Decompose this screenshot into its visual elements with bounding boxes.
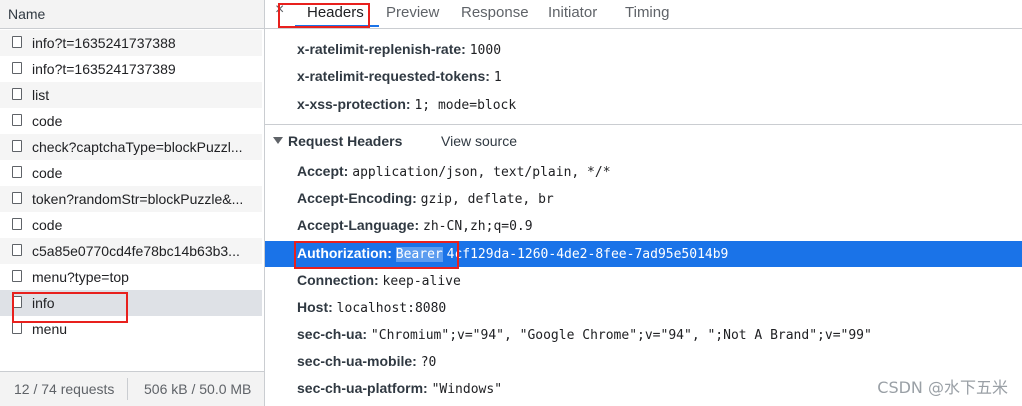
document-icon (12, 140, 22, 152)
header-row: sec-ch-ua-mobile: ?0 (297, 353, 436, 370)
request-row[interactable]: list (0, 82, 262, 108)
request-list-panel: Name info?t=1635241737388 info?t=1635241… (0, 0, 265, 406)
header-name: Accept: (297, 163, 349, 179)
name-column-label: Name (8, 6, 46, 22)
header-name: sec-ch-ua-platform: (297, 380, 428, 396)
document-icon (12, 296, 22, 308)
document-icon (12, 270, 22, 282)
header-name: Accept-Language: (297, 217, 420, 233)
triangle-down-icon (273, 137, 283, 144)
request-name: c5a85e0770cd4fe78bc14b63b3... (32, 243, 240, 259)
request-row[interactable]: code (0, 212, 262, 238)
request-row[interactable]: menu?type=top (0, 264, 262, 290)
header-value: zh-CN,zh;q=0.9 (423, 219, 533, 234)
header-value: 1000 (469, 43, 502, 58)
request-name: menu?type=top (32, 269, 129, 285)
document-icon (12, 218, 22, 230)
transfer-size: 506 kB / 50.0 MB (144, 381, 252, 397)
request-name: code (32, 113, 63, 129)
request-row[interactable]: info?t=1635241737388 (0, 30, 262, 56)
header-row: Connection: keep-alive (297, 272, 461, 289)
tab-initiator[interactable]: Initiator (548, 4, 597, 21)
detail-tabbar: × Headers Preview Response Initiator Tim… (265, 0, 1022, 29)
header-name: Host: (297, 299, 333, 315)
header-row: x-ratelimit-requested-tokens: 1 (297, 68, 502, 85)
header-name: x-ratelimit-requested-tokens: (297, 68, 490, 84)
request-count: 12 / 74 requests (14, 381, 115, 397)
request-name: list (32, 87, 50, 103)
document-icon (12, 166, 22, 178)
active-tab-indicator (295, 25, 379, 27)
document-icon (12, 192, 22, 204)
request-name: menu (32, 321, 68, 337)
name-column-header[interactable]: Name (0, 0, 264, 29)
document-icon (12, 322, 22, 334)
request-row[interactable]: info?t=1635241737389 (0, 56, 262, 82)
request-row[interactable]: token?randomStr=blockPuzzle&... (0, 186, 262, 212)
request-row[interactable]: code (0, 108, 262, 134)
document-icon (12, 36, 22, 48)
header-value: 1 (493, 70, 502, 85)
header-value: localhost:8080 (336, 301, 447, 316)
header-row: Authorization: Bearer 4cf129da-1260-4de2… (297, 245, 728, 262)
request-name: info?t=1635241737388 (32, 35, 176, 51)
header-row: Accept-Language: zh-CN,zh;q=0.9 (297, 217, 533, 234)
header-name: x-ratelimit-replenish-rate: (297, 41, 466, 57)
close-icon[interactable]: × (275, 1, 284, 19)
header-name: sec-ch-ua: (297, 326, 368, 342)
header-name: x-xss-protection: (297, 96, 411, 112)
header-row: Accept: application/json, text/plain, */… (297, 163, 611, 180)
request-name: code (32, 217, 63, 233)
status-divider (127, 378, 128, 400)
status-bar: 12 / 74 requests 506 kB / 50.0 MB (0, 371, 264, 406)
view-source-link[interactable]: View source (441, 133, 517, 149)
request-row[interactable]: code (0, 160, 262, 186)
document-icon (12, 88, 22, 100)
header-value: gzip, deflate, br (420, 192, 554, 207)
request-name: info (32, 295, 55, 311)
header-row: x-xss-protection: 1; mode=block (297, 96, 516, 113)
header-name: Authorization: (297, 245, 392, 261)
bearer-token-value: 4cf129da-1260-4de2-8fee-7ad95e5014b9 (446, 247, 729, 262)
request-name: token?randomStr=blockPuzzle&... (32, 191, 244, 207)
authorization-row-selected[interactable]: Authorization: Bearer 4cf129da-1260-4de2… (265, 241, 1022, 267)
request-detail-panel: × Headers Preview Response Initiator Tim… (265, 0, 1022, 406)
request-row[interactable]: check?captchaType=blockPuzzl... (0, 134, 262, 160)
header-row: sec-ch-ua-platform: "Windows" (297, 380, 502, 397)
header-row: Host: localhost:8080 (297, 299, 446, 316)
header-row: Accept-Encoding: gzip, deflate, br (297, 190, 554, 207)
header-name: sec-ch-ua-mobile: (297, 353, 417, 369)
header-value: "Chromium";v="94", "Google Chrome";v="94… (370, 328, 872, 343)
header-value: "Windows" (431, 382, 503, 397)
tab-response[interactable]: Response (461, 4, 529, 21)
watermark: CSDN @水下五米 (877, 378, 1008, 397)
request-name: code (32, 165, 63, 181)
request-row[interactable]: c5a85e0770cd4fe78bc14b63b3... (0, 238, 262, 264)
document-icon (12, 114, 22, 126)
request-name: check?captchaType=blockPuzzl... (32, 139, 243, 155)
bearer-token-type: Bearer (395, 247, 443, 262)
document-icon (12, 62, 22, 74)
tab-headers[interactable]: Headers (307, 4, 364, 21)
header-value: ?0 (420, 355, 437, 370)
header-name: Connection: (297, 272, 379, 288)
header-value: 1; mode=block (414, 98, 517, 113)
request-rows: info?t=1635241737388 info?t=163524173738… (0, 30, 264, 342)
tab-timing[interactable]: Timing (625, 4, 669, 21)
section-title: Request Headers (288, 133, 403, 149)
header-row: sec-ch-ua: "Chromium";v="94", "Google Ch… (297, 326, 872, 343)
header-value: keep-alive (382, 274, 461, 289)
header-row: x-ratelimit-replenish-rate: 1000 (297, 41, 501, 58)
header-value: application/json, text/plain, */* (352, 165, 611, 180)
request-row[interactable]: menu (0, 316, 262, 342)
header-name: Accept-Encoding: (297, 190, 417, 206)
request-headers-section-toggle[interactable]: Request Headers (273, 133, 402, 149)
request-row-selected[interactable]: info (0, 290, 262, 316)
tab-preview[interactable]: Preview (386, 4, 439, 21)
request-name: info?t=1635241737389 (32, 61, 176, 77)
section-divider (265, 124, 1022, 125)
document-icon (12, 244, 22, 256)
